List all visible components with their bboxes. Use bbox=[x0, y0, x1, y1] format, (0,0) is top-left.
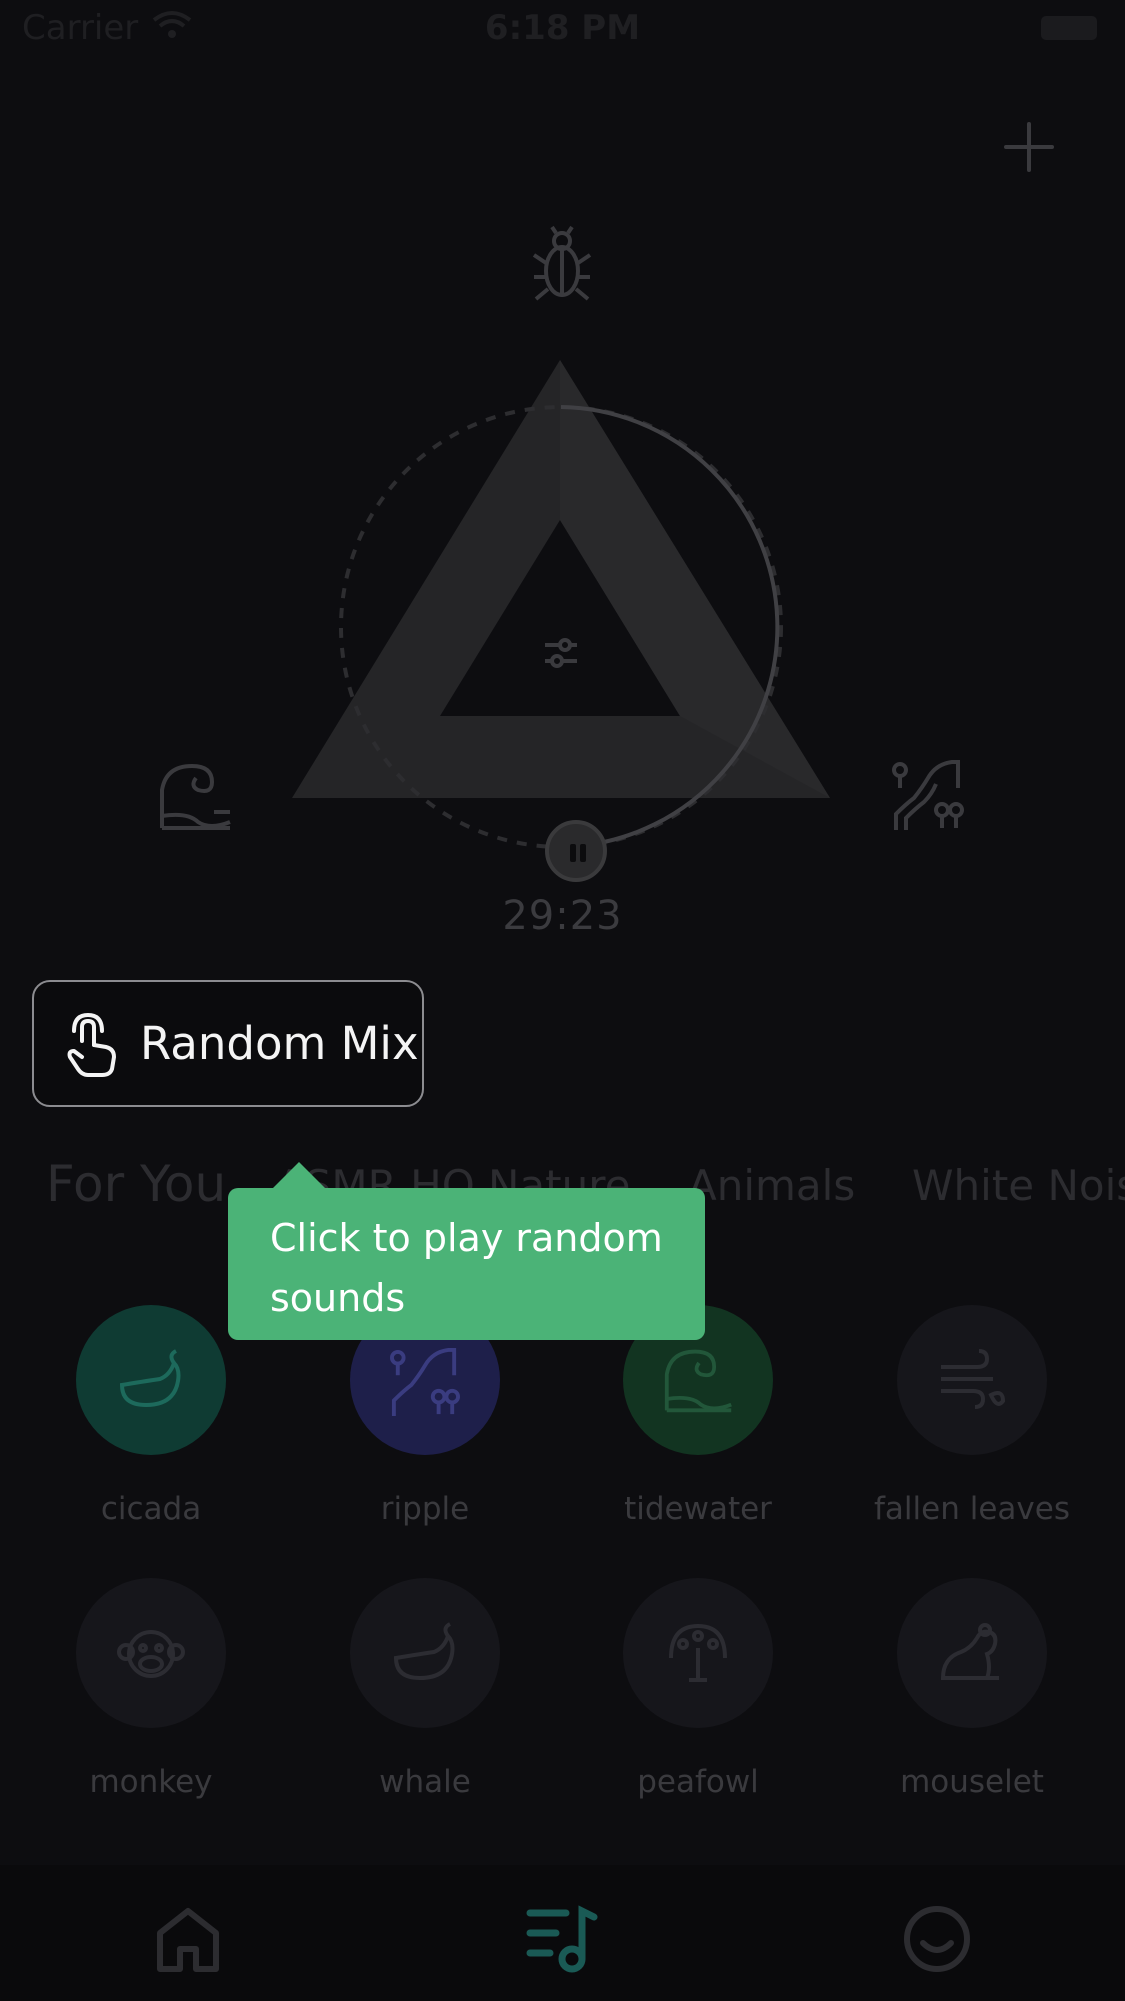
waterfall-icon[interactable] bbox=[892, 758, 964, 834]
tooltip-text: Click to play random sounds bbox=[270, 1216, 663, 1320]
sound-label: whale bbox=[379, 1764, 471, 1800]
sound-label: tidewater bbox=[624, 1491, 772, 1527]
battery-icon bbox=[1041, 16, 1097, 40]
wind-leaf-icon bbox=[941, 1349, 1006, 1409]
mouse-icon bbox=[940, 1623, 999, 1680]
whale-icon bbox=[119, 1349, 181, 1408]
random-mix-label: Random Mix bbox=[140, 1017, 419, 1070]
sound-label: monkey bbox=[89, 1764, 213, 1800]
tooltip-arrow bbox=[273, 1162, 325, 1188]
home-icon[interactable] bbox=[152, 1903, 224, 1975]
sound-circle bbox=[76, 1578, 226, 1728]
peacock-icon bbox=[669, 1623, 727, 1682]
random-mix-tooltip[interactable]: Click to play random sounds bbox=[228, 1188, 705, 1340]
sliders-icon[interactable] bbox=[543, 635, 579, 671]
smile-icon[interactable] bbox=[901, 1903, 973, 1975]
sound-circle bbox=[350, 1578, 500, 1728]
wave-icon[interactable] bbox=[158, 760, 234, 832]
timer-label: 29:23 bbox=[502, 893, 623, 939]
tab-for-you[interactable]: For You bbox=[46, 1155, 226, 1213]
beetle-icon[interactable] bbox=[532, 225, 592, 305]
pause-button[interactable] bbox=[545, 820, 607, 882]
sound-label: ripple bbox=[380, 1491, 470, 1527]
random-mix-button[interactable]: Random Mix bbox=[32, 980, 424, 1107]
wave-icon bbox=[664, 1349, 732, 1413]
sound-label: peafowl bbox=[637, 1764, 759, 1800]
music-list-icon[interactable] bbox=[526, 1903, 598, 1975]
pause-icon-bar bbox=[580, 844, 586, 862]
sound-label: cicada bbox=[100, 1491, 202, 1527]
tap-hand-icon bbox=[67, 1012, 116, 1077]
tab-white-noise[interactable]: White Noise bbox=[912, 1161, 1125, 1210]
sound-circle bbox=[623, 1578, 773, 1728]
whale-icon bbox=[393, 1622, 455, 1681]
sound-circle bbox=[897, 1305, 1047, 1455]
status-bar: Carrier 6:18 PM bbox=[0, 0, 1125, 60]
sound-circle bbox=[897, 1578, 1047, 1728]
add-button[interactable] bbox=[1000, 118, 1058, 176]
screen: Carrier 6:18 PM 29:23 Random Mix For You… bbox=[0, 0, 1125, 2001]
tab-animals[interactable]: Animals bbox=[688, 1161, 855, 1210]
monkey-icon bbox=[117, 1630, 185, 1678]
status-time: 6:18 PM bbox=[484, 8, 641, 48]
sound-label: mouselet bbox=[900, 1764, 1044, 1800]
waterfall-icon bbox=[390, 1348, 460, 1417]
sound-circle bbox=[76, 1305, 226, 1455]
bottom-tab-bar bbox=[0, 1865, 1125, 2001]
sound-label: fallen leaves bbox=[874, 1491, 1070, 1527]
pause-icon-bar bbox=[570, 844, 576, 862]
